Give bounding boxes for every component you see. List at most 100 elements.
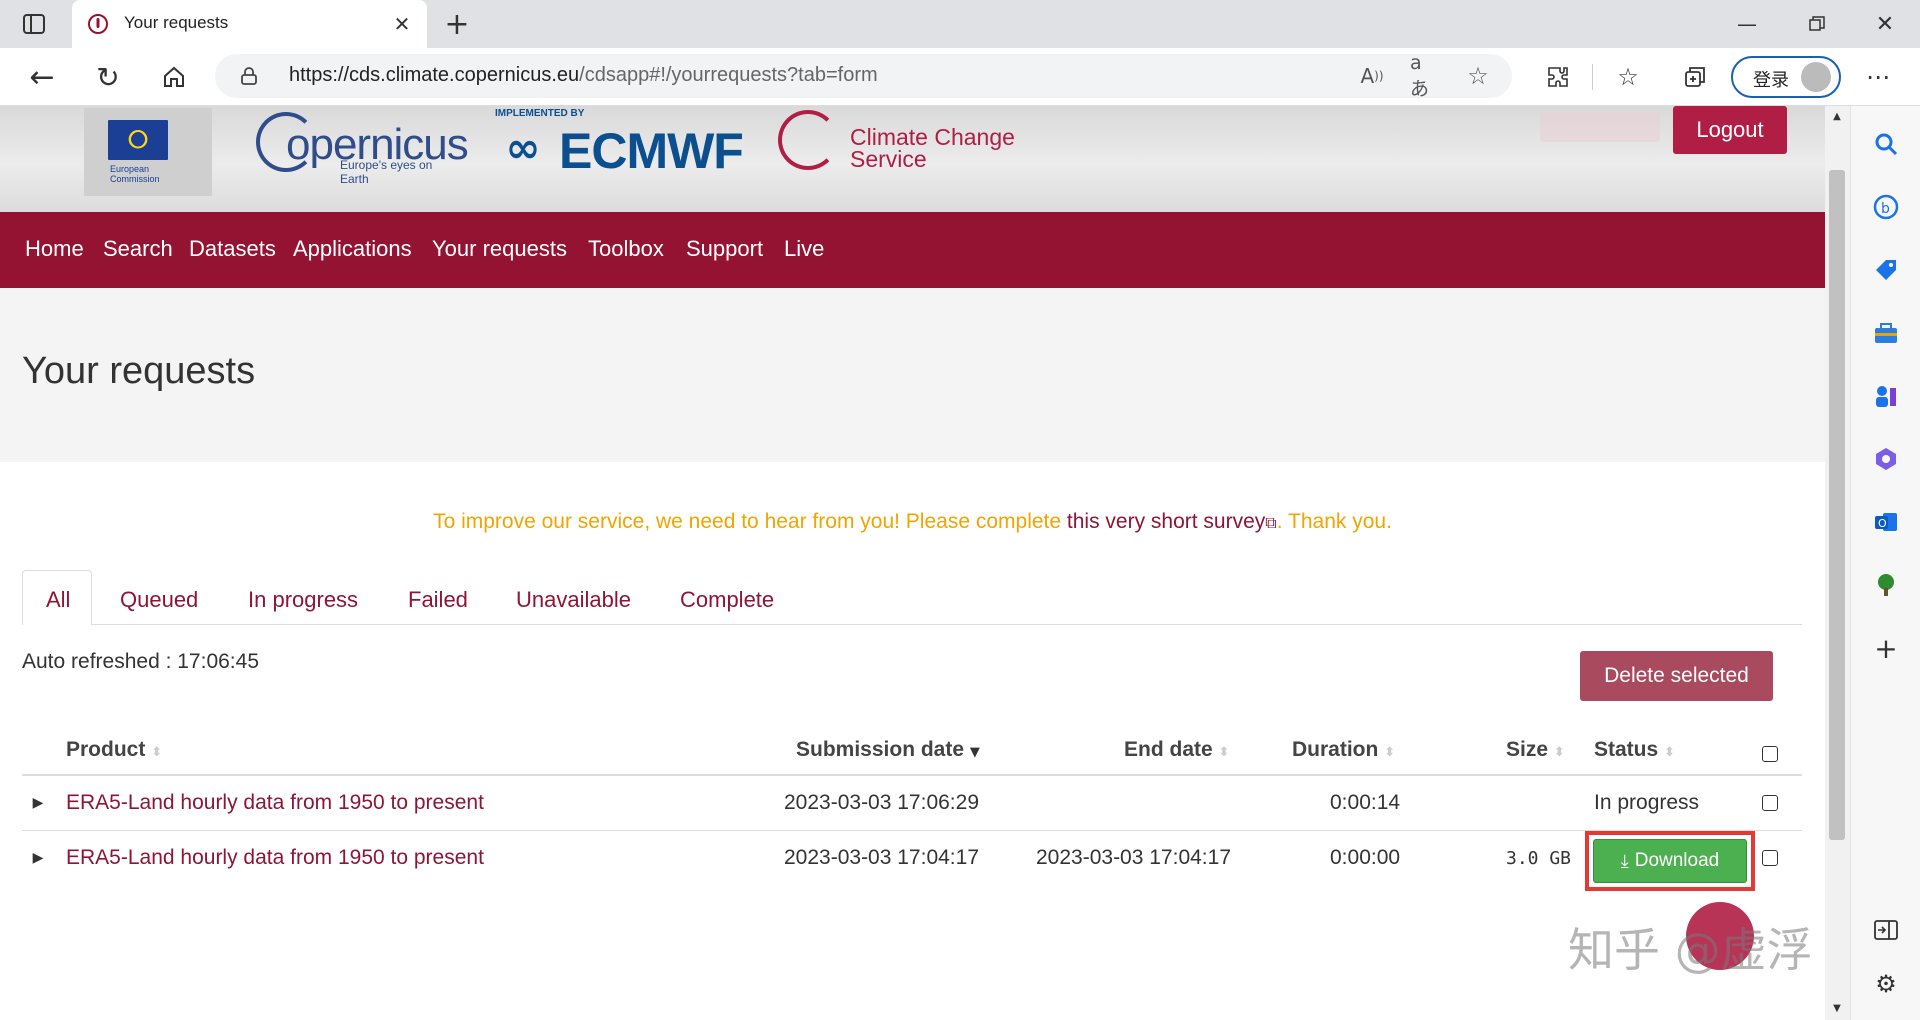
nav-support[interactable]: Support — [686, 236, 763, 262]
row-product-link[interactable]: ERA5-Land hourly data from 1950 to prese… — [66, 846, 484, 870]
translate-icon[interactable]: aあ — [1410, 52, 1440, 100]
watermark-text: 知乎 @虚浮 — [1568, 923, 1813, 977]
tab-queued[interactable]: Queued — [120, 587, 198, 613]
header-submission-date[interactable]: Submission date ▼ — [796, 738, 980, 762]
implemented-by-label: IMPLEMENTED BY — [495, 108, 585, 119]
table-header: Product ⬍ Submission date ▼ End date ⬍ D… — [22, 726, 1802, 776]
games-icon[interactable] — [1868, 378, 1904, 414]
address-bar[interactable]: https://cds.climate.copernicus.eu/cdsapp… — [215, 52, 1512, 100]
eu-logo-label: European Commission — [110, 164, 160, 184]
tab-title: Your requests — [124, 13, 229, 32]
home-icon[interactable] — [154, 60, 194, 94]
lock-icon[interactable] — [239, 66, 259, 86]
profile-button[interactable]: 登录 — [1731, 56, 1841, 98]
row-product-link[interactable]: ERA5-Land hourly data from 1950 to prese… — [66, 791, 484, 815]
tab-unavailable[interactable]: Unavailable — [516, 587, 631, 613]
nav-search[interactable]: Search — [103, 236, 173, 262]
tabs-underline — [92, 624, 1802, 625]
settings-gear-icon[interactable]: ⚙ — [1868, 966, 1904, 1002]
nav-home[interactable]: Home — [25, 236, 84, 262]
main-navigation: Home Search Datasets Applications Your r… — [0, 212, 1825, 288]
page-title: Your requests — [22, 350, 256, 392]
profile-label: 登录 — [1753, 70, 1789, 90]
delete-selected-button[interactable]: Delete selected — [1580, 651, 1773, 701]
bing-icon[interactable]: b — [1868, 189, 1904, 225]
outlook-icon[interactable]: O — [1868, 504, 1904, 540]
close-tab-icon[interactable]: ✕ — [390, 12, 414, 36]
back-icon[interactable]: ← — [22, 60, 62, 95]
nav-datasets[interactable]: Datasets — [189, 236, 276, 262]
expand-row-icon[interactable]: ▶ — [28, 792, 48, 814]
tab-in-progress[interactable]: In progress — [248, 587, 358, 613]
read-aloud-icon[interactable]: A)) — [1357, 62, 1387, 90]
favorites-icon[interactable]: ☆ — [1610, 60, 1646, 94]
row-status: In progress — [1594, 791, 1700, 814]
header-product-label: Product — [66, 738, 146, 761]
tab-all[interactable]: All — [22, 570, 92, 625]
scroll-down-icon[interactable]: ▼ — [1829, 1000, 1845, 1016]
header-end-label: End date — [1124, 738, 1213, 761]
add-sidebar-app-icon[interactable]: + — [1868, 630, 1904, 666]
header-status[interactable]: Status ⬍ — [1594, 738, 1675, 762]
row-select-checkbox[interactable] — [1762, 795, 1778, 811]
eu-logo: ⭘ European Commission — [84, 108, 212, 196]
page-content: ⭘ European Commission opernicus Europe's… — [0, 106, 1825, 1020]
nav-your-requests[interactable]: Your requests — [432, 236, 567, 262]
survey-notice: To improve our service, we need to hear … — [0, 510, 1825, 534]
nav-live[interactable]: Live — [784, 236, 824, 262]
scroll-up-icon[interactable]: ▲ — [1829, 108, 1845, 124]
requests-table: Product ⬍ Submission date ▼ End date ⬍ D… — [22, 726, 1802, 986]
avatar — [1801, 62, 1831, 92]
logout-button[interactable]: Logout — [1673, 106, 1787, 154]
search-icon[interactable] — [1868, 126, 1904, 162]
svg-text:O: O — [1878, 517, 1887, 530]
table-row: ▶ ERA5-Land hourly data from 1950 to pre… — [22, 831, 1802, 891]
select-all-checkbox[interactable] — [1762, 746, 1778, 762]
collections-icon[interactable] — [1677, 60, 1713, 94]
more-options-icon[interactable]: ⋯ — [1860, 60, 1896, 94]
nav-applications[interactable]: Applications — [293, 236, 412, 262]
sidebar-toggle-icon[interactable] — [1868, 912, 1904, 948]
expand-row-icon[interactable]: ▶ — [28, 847, 48, 869]
ecmwf-logo: IMPLEMENTED BY ∞ ECMWF — [493, 106, 744, 179]
new-tab-icon[interactable]: + — [440, 7, 474, 42]
minimize-icon[interactable]: — — [1725, 8, 1769, 40]
shopping-tag-icon[interactable] — [1868, 252, 1904, 288]
tab-all-label: All — [46, 587, 71, 612]
close-window-icon[interactable]: ✕ — [1863, 8, 1907, 40]
header-size[interactable]: Size ⬍ — [1506, 738, 1565, 762]
header-submission-label: Submission date — [796, 738, 965, 761]
header-duration[interactable]: Duration ⬍ — [1292, 738, 1395, 762]
copernicus-tagline: Europe's eyes on Earth — [340, 158, 433, 186]
ccs-cloud-icon — [778, 110, 838, 170]
header-end-date[interactable]: End date ⬍ — [1124, 738, 1229, 762]
survey-tail-text: . Thank you. — [1276, 510, 1392, 533]
toolbox-icon[interactable] — [1868, 315, 1904, 351]
page-title-section: Your requests — [0, 288, 1825, 462]
table-row: ▶ ERA5-Land hourly data from 1950 to pre… — [22, 776, 1802, 831]
tab-failed[interactable]: Failed — [408, 587, 468, 613]
add-favorite-icon[interactable]: ☆ — [1463, 62, 1493, 90]
tab-complete[interactable]: Complete — [680, 587, 774, 613]
row-submission-date: 2023-03-03 17:04:17 — [784, 846, 979, 869]
download-label: Download — [1634, 850, 1720, 871]
microsoft-365-icon[interactable] — [1868, 441, 1904, 477]
site-favicon-icon — [86, 12, 110, 36]
row-select-checkbox[interactable] — [1762, 850, 1778, 866]
header-product[interactable]: Product ⬍ — [66, 738, 162, 762]
scrollbar-thumb[interactable] — [1829, 170, 1845, 840]
extensions-icon[interactable] — [1540, 60, 1576, 94]
ecmwf-symbol-icon: ∞ — [505, 122, 541, 172]
row-duration: 0:00:14 — [1330, 791, 1401, 814]
tab-actions-icon[interactable] — [18, 10, 50, 38]
survey-link[interactable]: this very short survey — [1067, 510, 1265, 533]
tree-icon[interactable] — [1868, 567, 1904, 603]
browser-tab[interactable]: Your requests ✕ — [72, 0, 427, 48]
download-button[interactable]: ⤓ Download — [1593, 839, 1747, 883]
row-duration: 0:00:00 — [1330, 846, 1401, 869]
refresh-icon[interactable]: ↻ — [88, 60, 128, 94]
restore-icon[interactable] — [1795, 8, 1839, 40]
eu-stars-icon: ⭘ — [127, 124, 149, 155]
sort-icon: ⬍ — [1664, 745, 1675, 760]
nav-toolbox[interactable]: Toolbox — [588, 236, 664, 262]
